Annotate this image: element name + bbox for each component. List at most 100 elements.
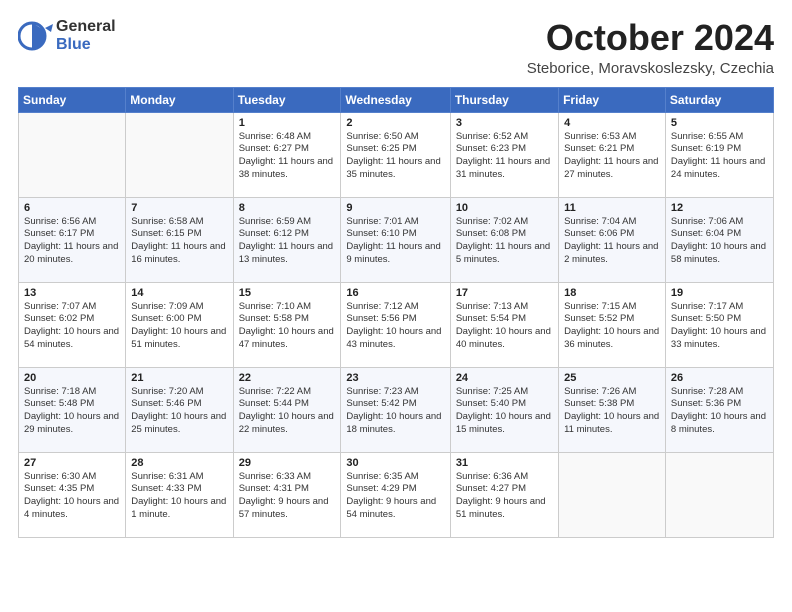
day-detail: Sunrise: 7:06 AM Sunset: 6:04 PM Dayligh… (671, 216, 768, 267)
calendar-cell: 1 Sunrise: 6:48 AM Sunset: 6:27 PM Daylig… (233, 112, 341, 197)
day-detail: Sunrise: 6:50 AM Sunset: 6:25 PM Dayligh… (346, 131, 444, 182)
logo-text: General Blue (56, 18, 116, 53)
day-number: 22 (239, 372, 336, 384)
day-number: 10 (456, 202, 553, 214)
calendar-cell: 11Sunrise: 7:04 AM Sunset: 6:06 PM Dayli… (559, 197, 666, 282)
day-number: 2 (346, 117, 444, 129)
day-detail: Sunrise: 7:18 AM Sunset: 5:48 PM Dayligh… (24, 386, 120, 437)
month-title: October 2024 (527, 18, 774, 58)
day-detail: Sunrise: 7:26 AM Sunset: 5:38 PM Dayligh… (564, 386, 660, 437)
calendar-header-thursday: Thursday (450, 87, 558, 112)
day-detail: Sunrise: 6:36 AM Sunset: 4:27 PM Dayligh… (456, 471, 553, 522)
calendar-cell (559, 452, 666, 537)
header: General Blue October 2024 Steborice, Mor… (18, 18, 774, 77)
day-number: 16 (346, 287, 444, 299)
calendar-cell (665, 452, 773, 537)
calendar-week-row: 20Sunrise: 7:18 AM Sunset: 5:48 PM Dayli… (19, 367, 774, 452)
calendar-header-wednesday: Wednesday (341, 87, 450, 112)
calendar-header-friday: Friday (559, 87, 666, 112)
calendar-cell: 30Sunrise: 6:35 AM Sunset: 4:29 PM Dayli… (341, 452, 450, 537)
day-number: 14 (131, 287, 227, 299)
calendar-week-row: 13 Sunrise: 7:07 AM Sunset: 6:02 PM Dayli… (19, 282, 774, 367)
day-detail: Sunrise: 6:59 AM Sunset: 6:12 PM Dayligh… (239, 216, 336, 267)
location: Steborice, Moravskoslezsky, Czechia (527, 60, 774, 77)
day-detail: Sunrise: 7:01 AM Sunset: 6:10 PM Dayligh… (346, 216, 444, 267)
day-number: 5 (671, 117, 768, 129)
calendar-cell: 3 Sunrise: 6:52 AM Sunset: 6:23 PM Daylig… (450, 112, 558, 197)
calendar-week-row: 1 Sunrise: 6:48 AM Sunset: 6:27 PM Daylig… (19, 112, 774, 197)
day-detail: Sunrise: 6:30 AM Sunset: 4:35 PM Dayligh… (24, 471, 120, 522)
calendar-cell (19, 112, 126, 197)
logo-icon (18, 18, 54, 54)
day-number: 8 (239, 202, 336, 214)
calendar-cell: 19Sunrise: 7:17 AM Sunset: 5:50 PM Dayli… (665, 282, 773, 367)
day-detail: Sunrise: 7:13 AM Sunset: 5:54 PM Dayligh… (456, 301, 553, 352)
day-detail: Sunrise: 7:22 AM Sunset: 5:44 PM Dayligh… (239, 386, 336, 437)
day-detail: Sunrise: 7:25 AM Sunset: 5:40 PM Dayligh… (456, 386, 553, 437)
day-number: 26 (671, 372, 768, 384)
day-number: 24 (456, 372, 553, 384)
day-number: 3 (456, 117, 553, 129)
calendar-cell: 10 Sunrise: 7:02 AM Sunset: 6:08 PM Dayli… (450, 197, 558, 282)
day-number: 7 (131, 202, 227, 214)
day-detail: Sunrise: 6:33 AM Sunset: 4:31 PM Dayligh… (239, 471, 336, 522)
day-detail: Sunrise: 6:55 AM Sunset: 6:19 PM Dayligh… (671, 131, 768, 182)
calendar-cell: 25 Sunrise: 7:26 AM Sunset: 5:38 PM Dayli… (559, 367, 666, 452)
calendar-cell: 9 Sunrise: 7:01 AM Sunset: 6:10 PM Daylig… (341, 197, 450, 282)
day-detail: Sunrise: 6:35 AM Sunset: 4:29 PM Dayligh… (346, 471, 444, 522)
page: General Blue October 2024 Steborice, Mor… (0, 0, 792, 612)
calendar-header-monday: Monday (126, 87, 233, 112)
day-detail: Sunrise: 7:20 AM Sunset: 5:46 PM Dayligh… (131, 386, 227, 437)
calendar-cell: 4Sunrise: 6:53 AM Sunset: 6:21 PM Daylig… (559, 112, 666, 197)
day-number: 27 (24, 457, 120, 469)
day-number: 9 (346, 202, 444, 214)
day-number: 11 (564, 202, 660, 214)
day-number: 25 (564, 372, 660, 384)
day-detail: Sunrise: 7:12 AM Sunset: 5:56 PM Dayligh… (346, 301, 444, 352)
calendar-cell: 16 Sunrise: 7:12 AM Sunset: 5:56 PM Dayli… (341, 282, 450, 367)
day-number: 13 (24, 287, 120, 299)
day-number: 19 (671, 287, 768, 299)
calendar-cell: 13 Sunrise: 7:07 AM Sunset: 6:02 PM Dayli… (19, 282, 126, 367)
calendar-cell: 15Sunrise: 7:10 AM Sunset: 5:58 PM Dayli… (233, 282, 341, 367)
calendar-cell: 26 Sunrise: 7:28 AM Sunset: 5:36 PM Dayli… (665, 367, 773, 452)
day-detail: Sunrise: 7:09 AM Sunset: 6:00 PM Dayligh… (131, 301, 227, 352)
calendar-cell: 21 Sunrise: 7:20 AM Sunset: 5:46 PM Dayli… (126, 367, 233, 452)
calendar-cell: 23 Sunrise: 7:23 AM Sunset: 5:42 PM Dayli… (341, 367, 450, 452)
day-detail: Sunrise: 6:56 AM Sunset: 6:17 PM Dayligh… (24, 216, 120, 267)
calendar-cell: 20Sunrise: 7:18 AM Sunset: 5:48 PM Dayli… (19, 367, 126, 452)
day-detail: Sunrise: 6:52 AM Sunset: 6:23 PM Dayligh… (456, 131, 553, 182)
calendar-header-row: SundayMondayTuesdayWednesdayThursdayFrid… (19, 87, 774, 112)
day-detail: Sunrise: 7:02 AM Sunset: 6:08 PM Dayligh… (456, 216, 553, 267)
calendar-week-row: 6Sunrise: 6:56 AM Sunset: 6:17 PM Daylig… (19, 197, 774, 282)
calendar-cell: 2 Sunrise: 6:50 AM Sunset: 6:25 PM Daylig… (341, 112, 450, 197)
calendar-cell: 5 Sunrise: 6:55 AM Sunset: 6:19 PM Daylig… (665, 112, 773, 197)
day-number: 23 (346, 372, 444, 384)
calendar-cell: 8 Sunrise: 6:59 AM Sunset: 6:12 PM Daylig… (233, 197, 341, 282)
calendar-header-tuesday: Tuesday (233, 87, 341, 112)
day-number: 1 (239, 117, 336, 129)
day-number: 21 (131, 372, 227, 384)
day-detail: Sunrise: 7:15 AM Sunset: 5:52 PM Dayligh… (564, 301, 660, 352)
logo-blue: Blue (56, 36, 116, 54)
calendar-week-row: 27 Sunrise: 6:30 AM Sunset: 4:35 PM Dayli… (19, 452, 774, 537)
day-number: 15 (239, 287, 336, 299)
logo: General Blue (18, 18, 116, 54)
calendar-cell: 28Sunrise: 6:31 AM Sunset: 4:33 PM Dayli… (126, 452, 233, 537)
calendar-cell: 18Sunrise: 7:15 AM Sunset: 5:52 PM Dayli… (559, 282, 666, 367)
calendar-cell: 31 Sunrise: 6:36 AM Sunset: 4:27 PM Dayli… (450, 452, 558, 537)
day-detail: Sunrise: 6:48 AM Sunset: 6:27 PM Dayligh… (239, 131, 336, 182)
day-number: 29 (239, 457, 336, 469)
day-detail: Sunrise: 7:23 AM Sunset: 5:42 PM Dayligh… (346, 386, 444, 437)
calendar-cell: 12Sunrise: 7:06 AM Sunset: 6:04 PM Dayli… (665, 197, 773, 282)
calendar-cell: 14 Sunrise: 7:09 AM Sunset: 6:00 PM Dayli… (126, 282, 233, 367)
calendar-cell: 22 Sunrise: 7:22 AM Sunset: 5:44 PM Dayli… (233, 367, 341, 452)
calendar-cell: 27 Sunrise: 6:30 AM Sunset: 4:35 PM Dayli… (19, 452, 126, 537)
day-detail: Sunrise: 7:28 AM Sunset: 5:36 PM Dayligh… (671, 386, 768, 437)
day-number: 31 (456, 457, 553, 469)
calendar-cell: 29 Sunrise: 6:33 AM Sunset: 4:31 PM Dayli… (233, 452, 341, 537)
calendar-cell (126, 112, 233, 197)
day-detail: Sunrise: 7:07 AM Sunset: 6:02 PM Dayligh… (24, 301, 120, 352)
logo-general: General (56, 18, 116, 36)
calendar-cell: 7Sunrise: 6:58 AM Sunset: 6:15 PM Daylig… (126, 197, 233, 282)
